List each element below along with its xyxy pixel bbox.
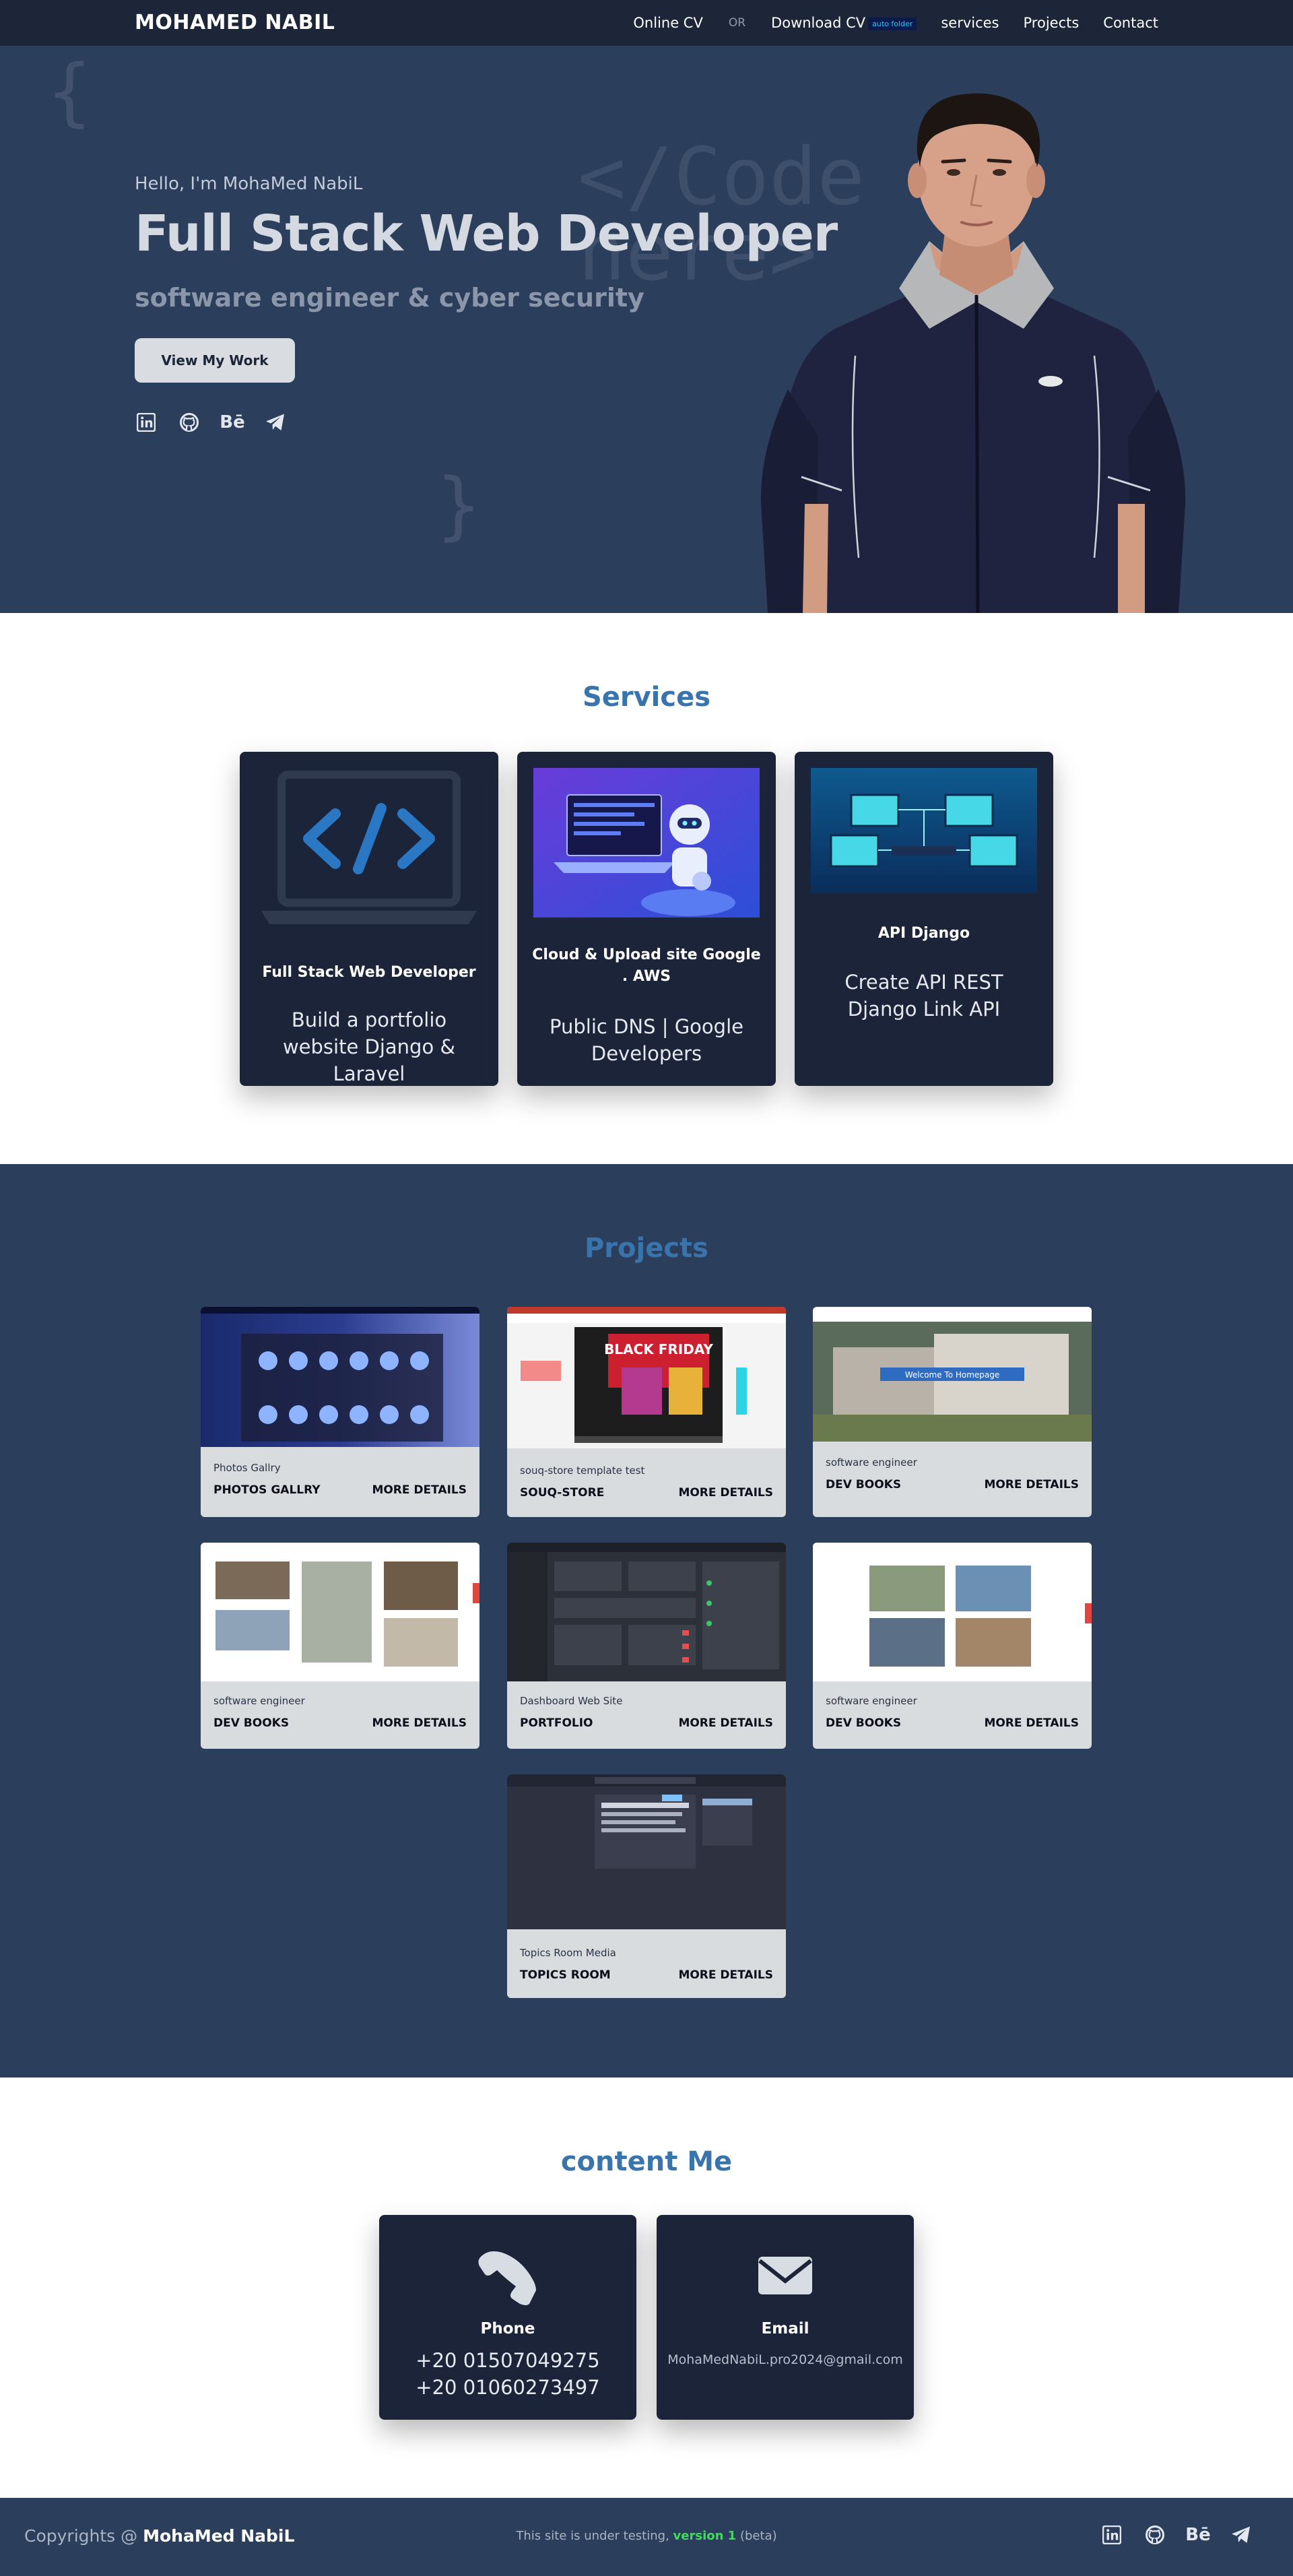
nav-or-separator: OR xyxy=(728,16,746,30)
download-badge: auto folder xyxy=(868,17,917,30)
page-canvas xyxy=(0,0,1293,2576)
nav-download-cv-label: Download CV xyxy=(771,15,866,31)
nav-services-link[interactable]: services xyxy=(941,15,999,31)
brand-logo[interactable]: MOHAMED NABIL xyxy=(135,11,335,34)
navbar: MOHAMED NABIL Online CV OR Download CV au… xyxy=(0,0,1293,46)
nav-contact-link[interactable]: Contact xyxy=(1103,15,1158,31)
nav-links: Online CV OR Download CV auto folder serv… xyxy=(606,0,1158,46)
nav-projects-link[interactable]: Projects xyxy=(1024,15,1080,31)
nav-online-cv-link[interactable]: Online CV xyxy=(633,15,702,31)
nav-download-cv-link[interactable]: Download CV auto folder xyxy=(771,15,917,31)
